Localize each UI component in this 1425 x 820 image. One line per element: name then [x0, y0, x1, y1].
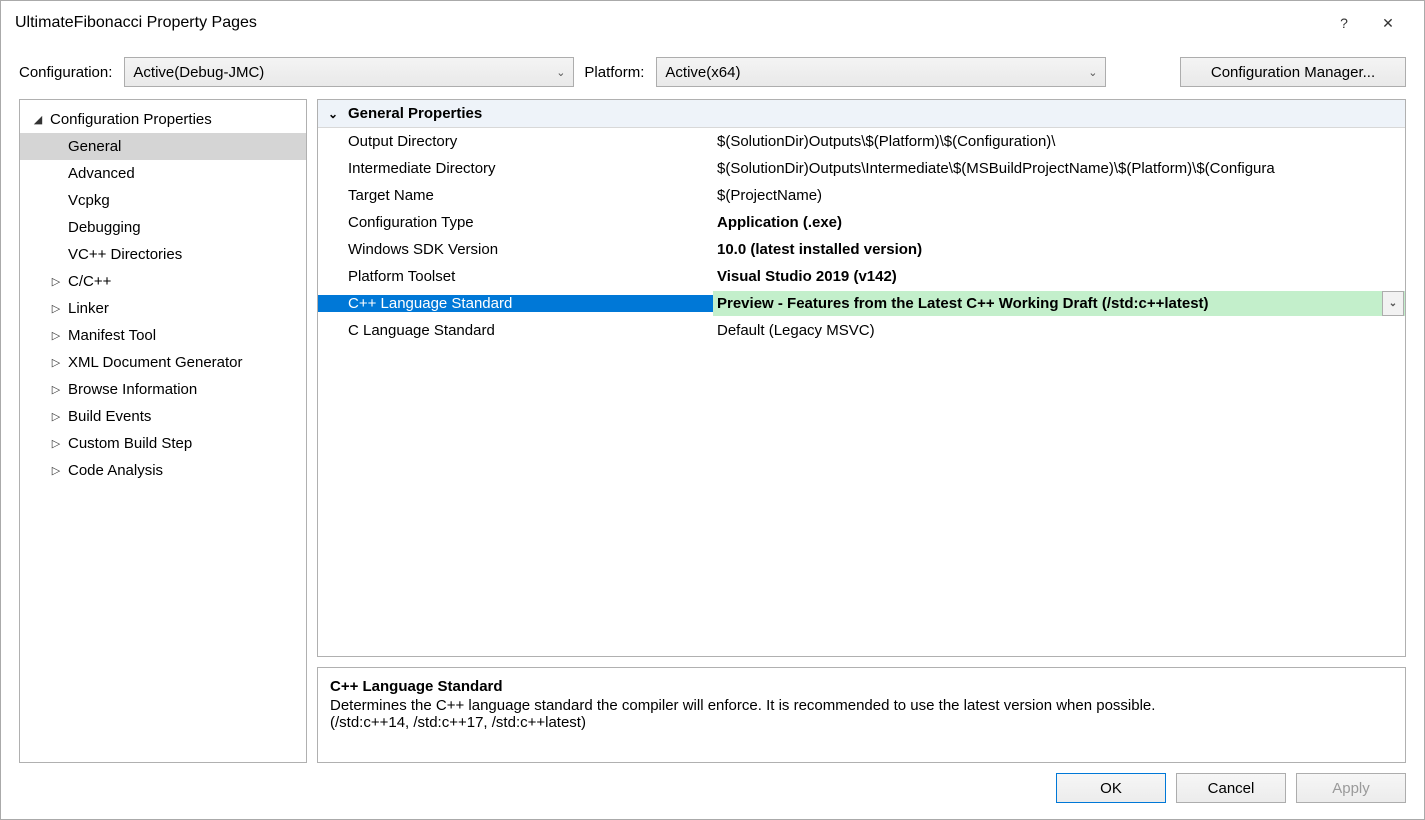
property-value[interactable]: $(SolutionDir)Outputs\Intermediate\$(MSB… — [713, 160, 1405, 177]
tree-item-label: Code Analysis — [64, 462, 163, 479]
property-name: Configuration Type — [318, 214, 713, 231]
chevron-down-icon: ⌄ — [1088, 66, 1097, 79]
tree-item[interactable]: ▷Custom Build Step — [20, 430, 306, 457]
tree-item[interactable]: ▷Debugging — [20, 214, 306, 241]
configuration-value: Active(Debug-JMC) — [133, 64, 264, 81]
property-row[interactable]: Output Directory$(SolutionDir)Outputs\$(… — [318, 128, 1405, 155]
property-pages-dialog: UltimateFibonacci Property Pages ? ✕ Con… — [0, 0, 1425, 820]
property-name: Windows SDK Version — [318, 241, 713, 258]
grid-group-header[interactable]: ⌄ General Properties — [318, 100, 1405, 128]
configuration-label: Configuration: — [19, 64, 112, 81]
property-row[interactable]: Intermediate Directory$(SolutionDir)Outp… — [318, 155, 1405, 182]
tree-item-label: Custom Build Step — [64, 435, 192, 452]
property-value[interactable]: Visual Studio 2019 (v142) — [713, 268, 1405, 285]
tree-item-label: Linker — [64, 300, 109, 317]
tree-item[interactable]: ▷General — [20, 133, 306, 160]
property-value[interactable]: Application (.exe) — [713, 214, 1405, 231]
description-title: C++ Language Standard — [330, 678, 1393, 695]
tree-item[interactable]: ▷Advanced — [20, 160, 306, 187]
property-name: Intermediate Directory — [318, 160, 713, 177]
expand-icon[interactable]: ▷ — [48, 329, 64, 342]
cancel-button[interactable]: Cancel — [1176, 773, 1286, 803]
tree-item[interactable]: ▷Code Analysis — [20, 457, 306, 484]
chevron-down-icon: ⌄ — [318, 107, 348, 121]
nav-tree[interactable]: ◢ Configuration Properties ▷General▷Adva… — [19, 99, 307, 763]
expand-icon[interactable]: ▷ — [48, 437, 64, 450]
description-line: Determines the C++ language standard the… — [330, 697, 1393, 714]
property-row[interactable]: Windows SDK Version10.0 (latest installe… — [318, 236, 1405, 263]
property-row[interactable]: Target Name$(ProjectName) — [318, 182, 1405, 209]
tree-item-label: Vcpkg — [64, 192, 110, 209]
close-icon[interactable]: ✕ — [1366, 15, 1410, 32]
dropdown-icon[interactable]: ⌄ — [1382, 291, 1404, 316]
tree-item-label: Build Events — [64, 408, 151, 425]
collapse-icon[interactable]: ◢ — [30, 113, 46, 126]
description-line: (/std:c++14, /std:c++17, /std:c++latest) — [330, 714, 1393, 731]
expand-icon[interactable]: ▷ — [48, 464, 64, 477]
ok-button[interactable]: OK — [1056, 773, 1166, 803]
property-value[interactable]: $(SolutionDir)Outputs\$(Platform)\$(Conf… — [713, 133, 1405, 150]
platform-label: Platform: — [584, 64, 644, 81]
property-row[interactable]: Configuration TypeApplication (.exe) — [318, 209, 1405, 236]
property-name: Output Directory — [318, 133, 713, 150]
tree-item-label: Debugging — [64, 219, 141, 236]
expand-icon[interactable]: ▷ — [48, 275, 64, 288]
expand-icon[interactable]: ▷ — [48, 302, 64, 315]
chevron-down-icon: ⌄ — [556, 66, 565, 79]
tree-item[interactable]: ▷Build Events — [20, 403, 306, 430]
tree-item-label: Manifest Tool — [64, 327, 156, 344]
tree-item-label: VC++ Directories — [64, 246, 182, 263]
property-row[interactable]: C++ Language StandardPreview - Features … — [318, 290, 1405, 317]
property-name: Platform Toolset — [318, 268, 713, 285]
configuration-manager-button[interactable]: Configuration Manager... — [1180, 57, 1406, 87]
tree-item[interactable]: ▷VC++ Directories — [20, 241, 306, 268]
window-title: UltimateFibonacci Property Pages — [15, 14, 1322, 32]
tree-item-label: XML Document Generator — [64, 354, 243, 371]
expand-icon[interactable]: ▷ — [48, 410, 64, 423]
expand-icon[interactable]: ▷ — [48, 356, 64, 369]
property-row[interactable]: Platform ToolsetVisual Studio 2019 (v142… — [318, 263, 1405, 290]
tree-item-label: C/C++ — [64, 273, 111, 290]
description-panel: C++ Language Standard Determines the C++… — [317, 667, 1406, 763]
configuration-combo[interactable]: Active(Debug-JMC) ⌄ — [124, 57, 574, 87]
tree-item[interactable]: ▷Vcpkg — [20, 187, 306, 214]
tree-item-label: Advanced — [64, 165, 135, 182]
dialog-footer: OK Cancel Apply — [1, 773, 1424, 819]
tree-item[interactable]: ▷C/C++ — [20, 268, 306, 295]
tree-root[interactable]: ◢ Configuration Properties — [20, 106, 306, 133]
tree-item[interactable]: ▷Linker — [20, 295, 306, 322]
expand-icon[interactable]: ▷ — [48, 383, 64, 396]
property-grid: ⌄ General Properties Output Directory$(S… — [317, 99, 1406, 657]
tree-item[interactable]: ▷Manifest Tool — [20, 322, 306, 349]
tree-item-label: General — [64, 138, 121, 155]
property-name: C++ Language Standard — [318, 295, 713, 312]
tree-item[interactable]: ▷Browse Information — [20, 376, 306, 403]
property-value[interactable]: Preview - Features from the Latest C++ W… — [713, 291, 1405, 316]
config-toolbar: Configuration: Active(Debug-JMC) ⌄ Platf… — [1, 45, 1424, 99]
tree-item[interactable]: ▷XML Document Generator — [20, 349, 306, 376]
property-name: Target Name — [318, 187, 713, 204]
property-name: C Language Standard — [318, 322, 713, 339]
tree-item-label: Browse Information — [64, 381, 197, 398]
help-icon[interactable]: ? — [1322, 15, 1366, 31]
property-value[interactable]: $(ProjectName) — [713, 187, 1405, 204]
apply-button[interactable]: Apply — [1296, 773, 1406, 803]
property-value[interactable]: 10.0 (latest installed version) — [713, 241, 1405, 258]
titlebar: UltimateFibonacci Property Pages ? ✕ — [1, 1, 1424, 45]
platform-combo[interactable]: Active(x64) ⌄ — [656, 57, 1106, 87]
property-value[interactable]: Default (Legacy MSVC) — [713, 322, 1405, 339]
platform-value: Active(x64) — [665, 64, 740, 81]
property-row[interactable]: C Language StandardDefault (Legacy MSVC) — [318, 317, 1405, 344]
